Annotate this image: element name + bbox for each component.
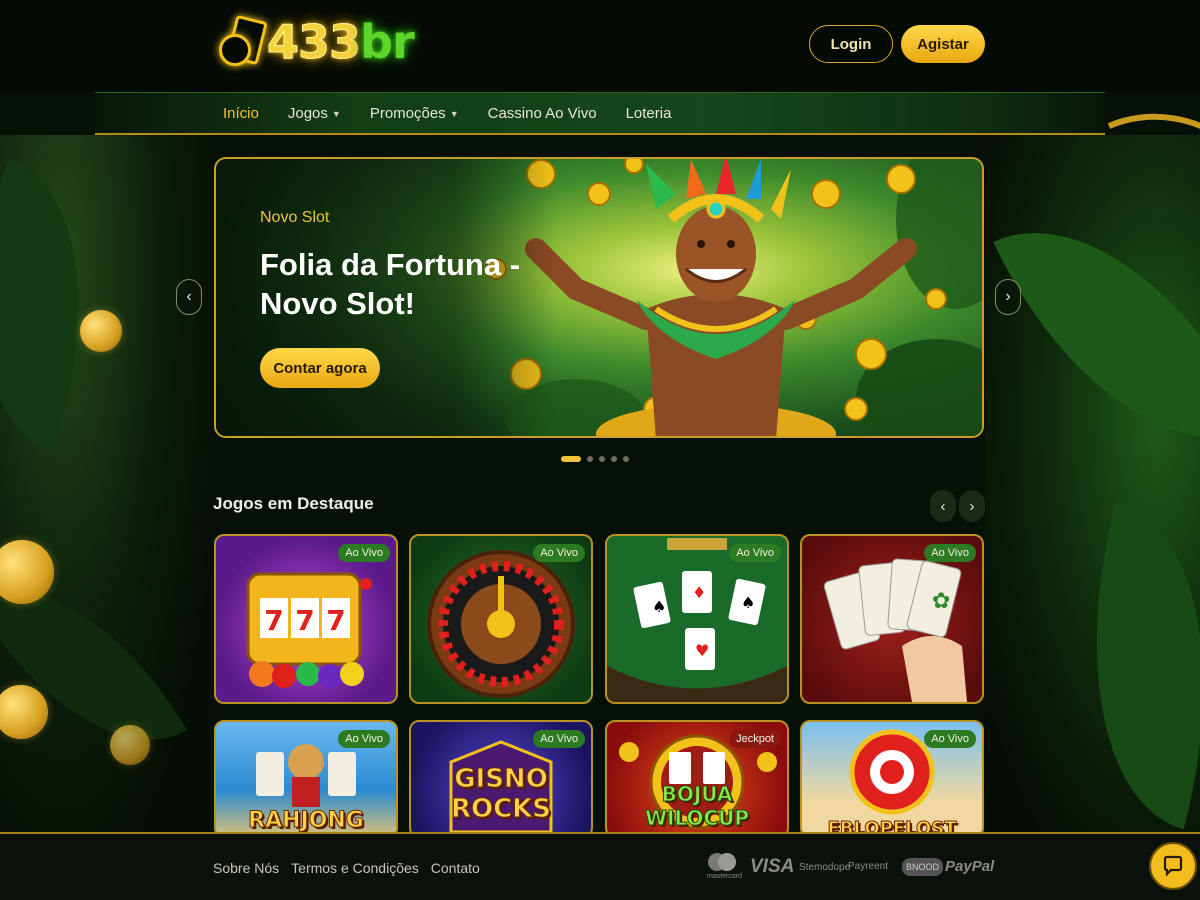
nav-item-cassino-ao-vivo[interactable]: Cassino Ao Vivo [488, 105, 597, 122]
carousel-dot-4[interactable] [611, 456, 617, 462]
nav-item-label: Cassino Ao Vivo [487, 105, 597, 122]
footer-link-contact[interactable]: Contato [431, 860, 480, 876]
carousel-dot-5[interactable] [623, 456, 629, 462]
hero-prev-button[interactable]: ‹ [176, 279, 202, 315]
svg-text:♠: ♠ [741, 593, 755, 612]
hero-banner[interactable]: Novo Slot Folia da Fortuna - Novo Slot! … [214, 157, 984, 438]
site-footer: Sobre Nós Termos e Condições Contato mas… [0, 832, 1200, 900]
svg-text:♥: ♥ [695, 641, 709, 660]
svg-text:♠: ♠ [652, 597, 666, 616]
live-badge: Ao Vivo [924, 730, 976, 748]
bnood-icon: BNOOD [902, 858, 944, 876]
carousel-dots [561, 456, 629, 462]
featured-section-title: Jogos em Destaque [213, 494, 374, 513]
game-card-bojua-wilocup[interactable]: BOJUA WILOCUP Jeckpot [605, 720, 789, 838]
live-badge: Ao Vivo [338, 544, 390, 562]
game-card-gisno-rocks[interactable]: GISNO ROCKS Ao Vivo [409, 720, 593, 838]
footer-link-about[interactable]: Sobre Nós [213, 860, 279, 876]
live-badge: Ao Vivo [729, 544, 781, 562]
nav-item-loteria[interactable]: Loteria [626, 105, 672, 122]
game-card-roulette[interactable]: Ao Vivo [409, 534, 593, 704]
featured-next-button[interactable]: › [959, 490, 985, 522]
game-title: BOJUA WILOCUP [644, 782, 750, 831]
visa-icon: VISA [750, 856, 795, 877]
live-badge: Ao Vivo [533, 544, 585, 562]
nav-item-label: Loteria [625, 105, 672, 122]
background-right-jungle [911, 81, 1200, 887]
svg-text:7: 7 [295, 604, 314, 637]
login-button[interactable]: Login [809, 25, 893, 63]
jackpot-badge: Jeckpot [729, 730, 781, 748]
soccer-card-logo-icon [217, 14, 268, 68]
carousel-dot-3[interactable] [599, 456, 605, 462]
game-title: RAHJONG [248, 808, 365, 834]
game-title: GISNO ROCKS [450, 764, 552, 825]
logo-suffix: br [360, 15, 415, 69]
game-card-blackjack[interactable]: ♠ ♦ ♠ ♥ Ao Vivo [605, 534, 789, 704]
main-nav: Início Jogos ▼ Promoções ▼ Cassino Ao Vivo… [95, 92, 1105, 135]
featured-prev-button[interactable]: ‹ [930, 490, 956, 522]
game-card-red-wheel[interactable]: EBLOPELOST Ao Vivo [800, 720, 984, 838]
chevron-left-icon: ‹ [186, 288, 192, 305]
chevron-right-icon: › [969, 497, 975, 515]
carousel-dot-1[interactable] [561, 456, 581, 462]
stemodope-icon: Stemodope [799, 862, 851, 873]
caret-down-icon: ▼ [449, 108, 459, 119]
game-card-slots[interactable]: 7 7 7 Ao Vivo [214, 534, 398, 704]
site-header: 433br Login Agistar [0, 0, 1200, 92]
nav-item-label: Jogos [287, 105, 328, 122]
footer-link-terms[interactable]: Termos e Condições [291, 860, 419, 876]
carousel-dot-2[interactable] [587, 456, 593, 462]
hero-subtitle: Novo Slot [260, 209, 330, 226]
live-badge: Ao Vivo [533, 730, 585, 748]
payreent-icon: Payreent [848, 861, 889, 872]
nav-item-inicio[interactable]: Início [223, 105, 259, 122]
chat-bubble-icon [1163, 855, 1183, 877]
chat-support-button[interactable] [1149, 842, 1197, 890]
nav-items: Início Jogos ▼ Promoções ▼ Cassino Ao Vivo… [223, 93, 700, 134]
live-badge: Ao Vivo [338, 730, 390, 748]
chevron-right-icon: › [1005, 288, 1011, 305]
svg-text:♦: ♦ [692, 583, 706, 602]
svg-text:✿: ✿ [932, 589, 950, 614]
nav-item-label: Início [223, 105, 259, 122]
svg-text:7: 7 [264, 604, 283, 637]
mastercard-icon: mastercard [707, 852, 742, 880]
hero-cta-button[interactable]: Contar agora [260, 348, 380, 388]
caret-down-icon: ▼ [331, 108, 341, 119]
hero-next-button[interactable]: › [995, 279, 1021, 315]
hero-title: Folia da Fortuna - Novo Slot! [260, 247, 521, 321]
site-logo[interactable]: 433br [217, 10, 415, 74]
chevron-left-icon: ‹ [940, 497, 946, 515]
logo-number: 433 [266, 15, 361, 70]
live-badge: Ao Vivo [924, 544, 976, 562]
game-card-mahjong[interactable]: RAHJONG Ao Vivo [214, 720, 398, 838]
register-button[interactable]: Agistar [901, 25, 985, 63]
paypal-icon: PayPal [945, 858, 995, 875]
nav-item-promocoes[interactable]: Promoções ▼ [370, 105, 459, 122]
svg-text:7: 7 [326, 604, 345, 637]
game-card-mahjong-cards[interactable]: ✿ Ao Vivo [800, 534, 984, 704]
background-left-jungle [0, 135, 210, 835]
nav-item-label: Promoções [369, 105, 446, 122]
nav-item-jogos[interactable]: Jogos ▼ [288, 105, 341, 122]
footer-links: Sobre Nós Termos e Condições Contato [213, 860, 480, 876]
logo-text: 433br [266, 15, 415, 70]
